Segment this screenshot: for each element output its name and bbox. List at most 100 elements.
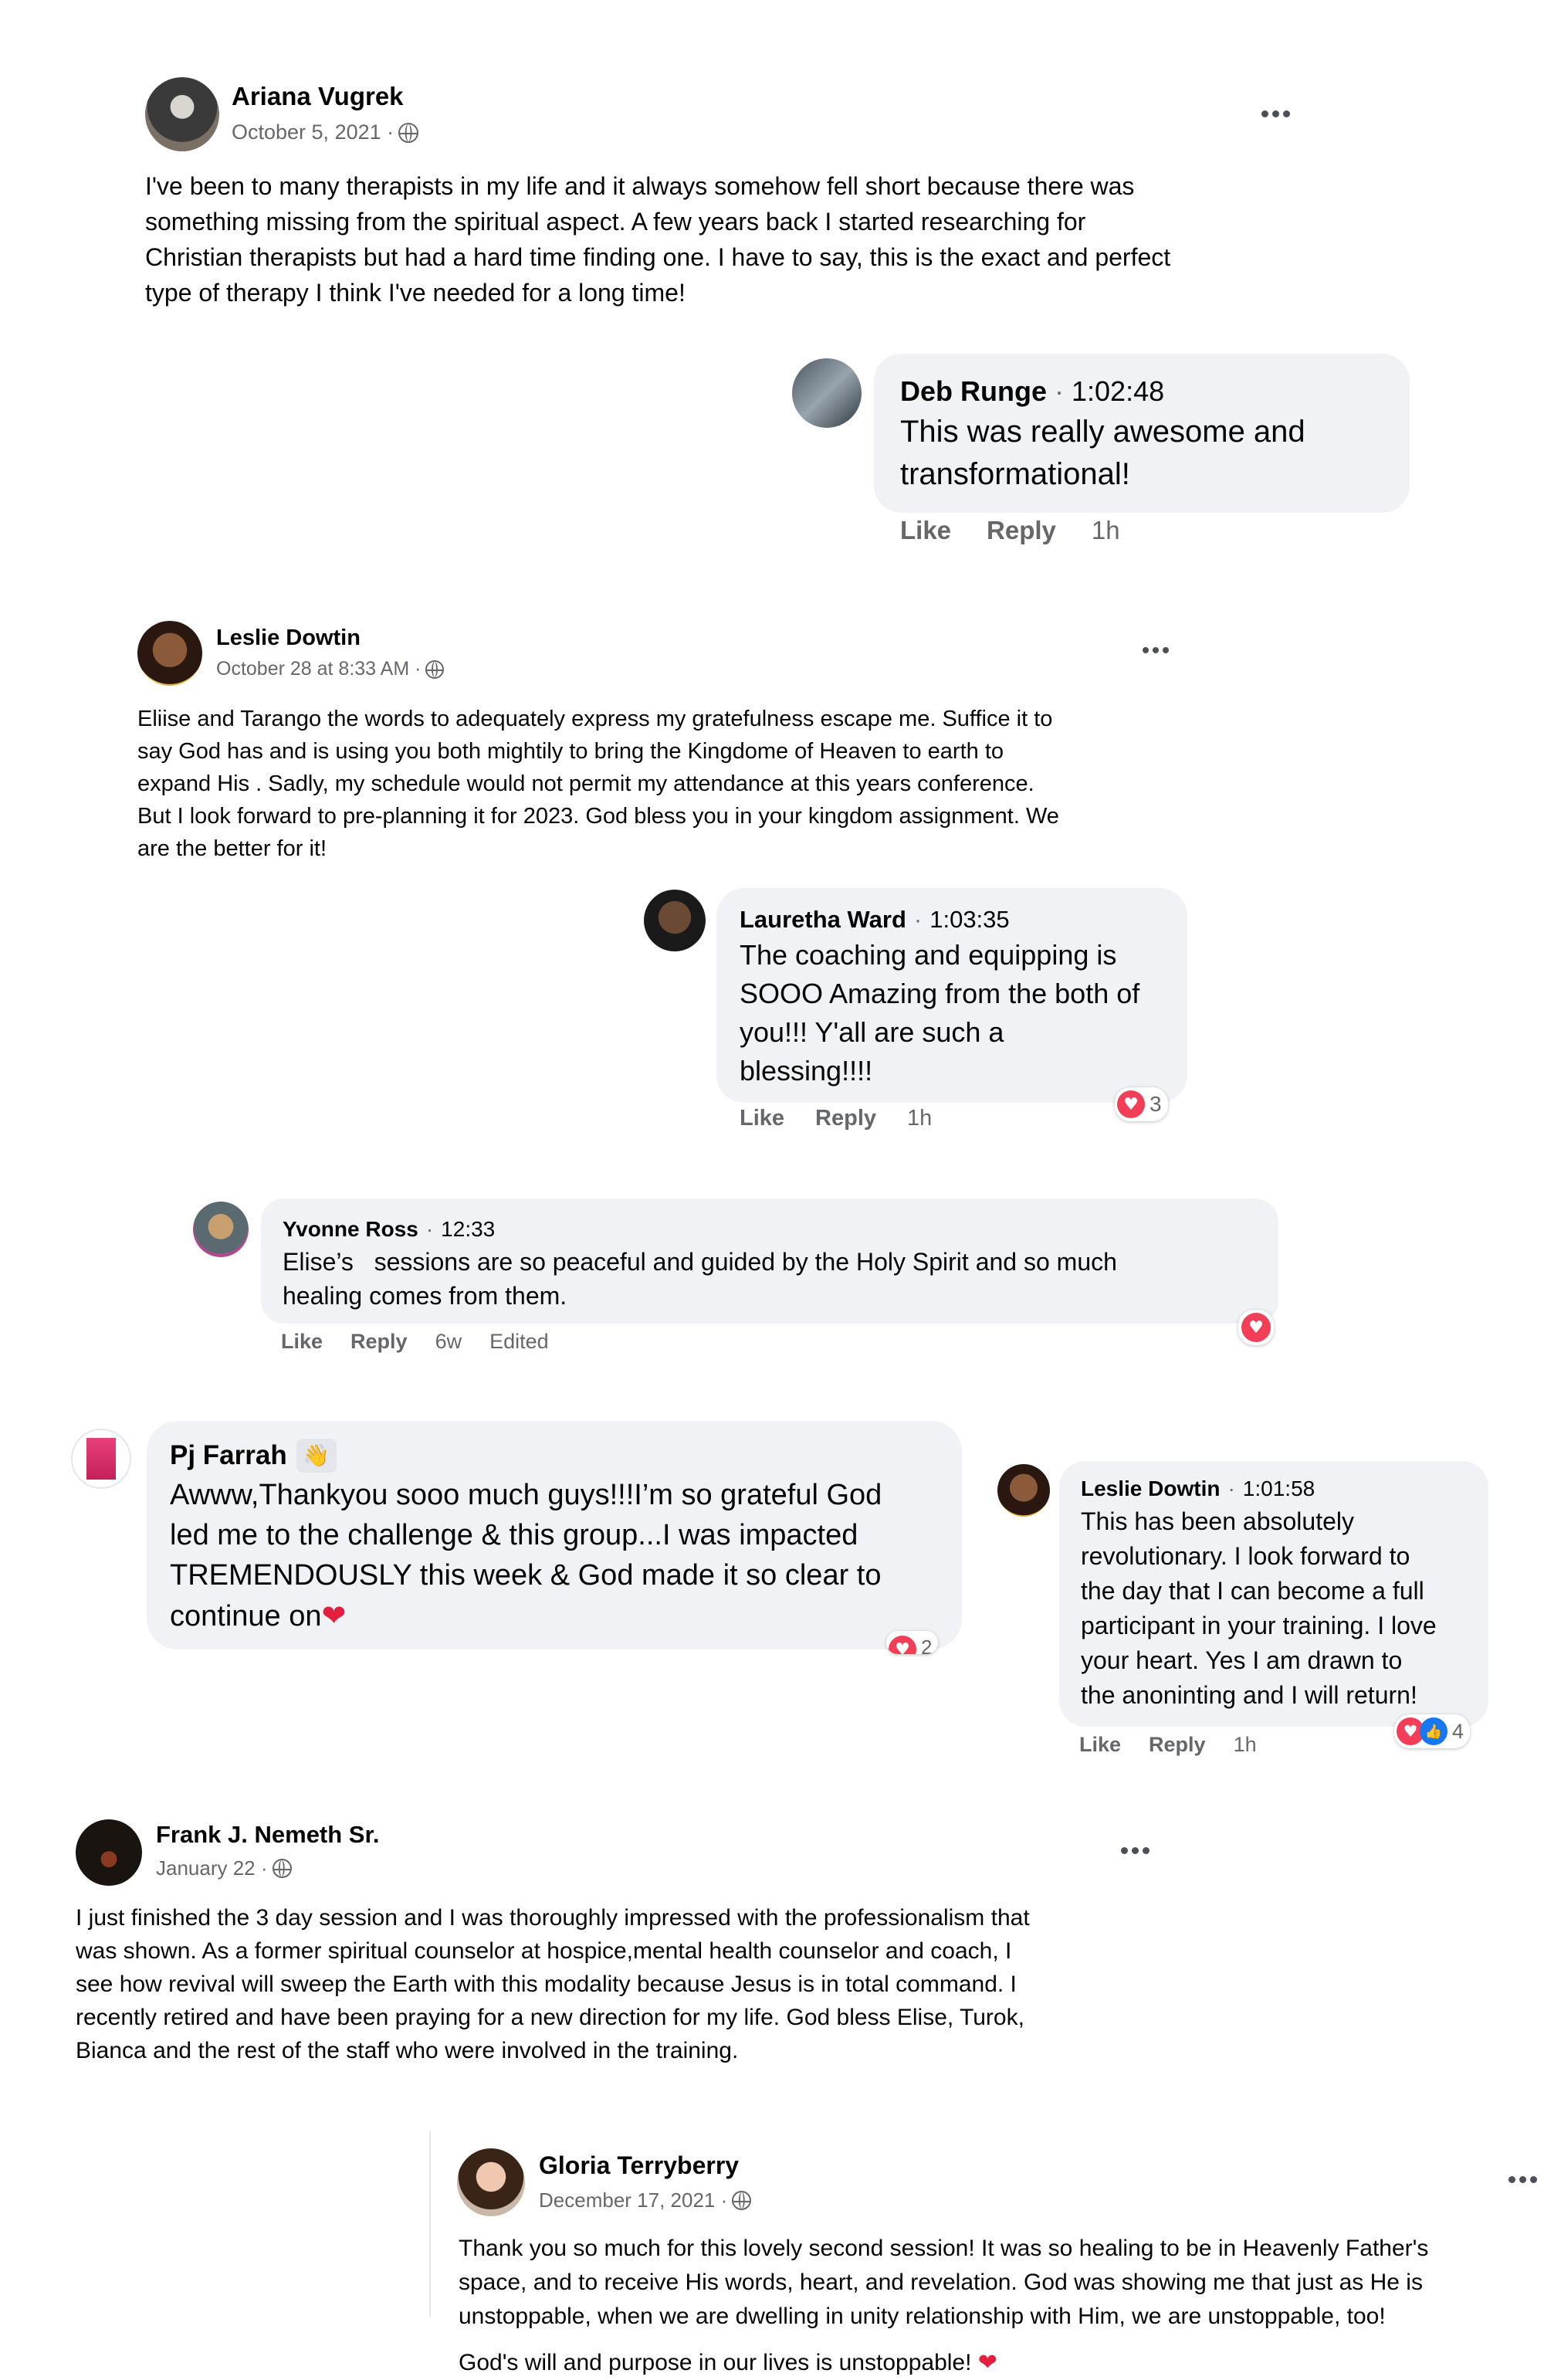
heart-reaction-icon [1241, 1313, 1271, 1342]
post-line: say God has and is using you both mighti… [137, 739, 1004, 764]
comment-time[interactable]: 12:33 [441, 1217, 495, 1241]
comment-age[interactable]: 1h [1234, 1733, 1257, 1757]
reaction-count-text: 3 [1150, 1092, 1162, 1116]
post-line: I've been to many therapists in my life … [145, 172, 1135, 200]
reply-button[interactable]: Reply [815, 1106, 876, 1131]
reaction-count[interactable]: 2 [886, 1631, 939, 1654]
comment-age[interactable]: 1h [907, 1106, 932, 1131]
post-line: expand His . Sadly, my schedule would no… [137, 771, 1034, 796]
more-options-icon[interactable] [1508, 2176, 1537, 2183]
post-author[interactable]: Ariana Vugrek [232, 82, 404, 111]
comment-actions: Like Reply 1h [1079, 1733, 1257, 1757]
comment-age[interactable]: 6w [435, 1330, 462, 1354]
post-line: something missing from the spiritual asp… [145, 208, 1086, 236]
avatar-image [86, 1438, 116, 1480]
post-date-text: October 5, 2021 [232, 120, 381, 144]
post-line: I just finished the 3 day session and I … [76, 1905, 1030, 1931]
avatar[interactable] [997, 1464, 1050, 1517]
comment-time[interactable]: 1:01:58 [1243, 1476, 1315, 1500]
more-options-icon[interactable] [1261, 110, 1290, 117]
avatar[interactable] [193, 1202, 249, 1257]
post-line: see how revival will sweep the Earth wit… [76, 1971, 1017, 1997]
comment-line: the anoninting and I will return! [1081, 1681, 1417, 1709]
post-author[interactable]: Gloria Terryberry [539, 2151, 739, 2180]
avatar[interactable] [71, 1429, 131, 1489]
comment-author[interactable]: Leslie Dowtin [1081, 1476, 1220, 1500]
comment-time[interactable]: 1:02:48 [1072, 375, 1164, 407]
post-author[interactable]: Frank J. Nemeth Sr. [156, 1821, 379, 1849]
avatar[interactable] [76, 1819, 142, 1886]
post-body: Thank you so much for this lovely second… [459, 2232, 1428, 2380]
comment-bubble: Lauretha Ward · 1:03:35 The coaching and e… [716, 888, 1187, 1103]
globe-icon [425, 659, 445, 679]
wave-icon: 👋 [296, 1439, 337, 1473]
post-date[interactable]: October 5, 2021 · [232, 120, 419, 144]
comment-author[interactable]: Pj Farrah [170, 1436, 287, 1475]
like-button[interactable]: Like [900, 516, 951, 545]
post-date[interactable]: January 22 · [156, 1856, 292, 1880]
reaction-count[interactable] [1238, 1310, 1274, 1345]
post-author[interactable]: Leslie Dowtin [216, 626, 361, 651]
edited-label: Edited [489, 1330, 549, 1353]
comment-bubble: Pj Farrah 👋 Awww,Thankyou sooo much guys… [147, 1421, 962, 1649]
globe-icon [398, 122, 419, 143]
comment-line: This has been absolutely [1081, 1507, 1354, 1535]
more-options-icon[interactable] [1121, 1847, 1150, 1854]
avatar[interactable] [792, 358, 862, 428]
comment-line: continue on [170, 1600, 322, 1632]
reaction-count-text: 4 [1452, 1719, 1464, 1743]
reply-button[interactable]: Reply [987, 516, 1056, 545]
post-line: Christian therapists but had a hard time… [145, 243, 1171, 271]
post-line: Eliise and Tarango the words to adequate… [137, 707, 1053, 731]
comment-line: blessing!!!! [740, 1055, 873, 1087]
comment-age[interactable]: 1h [1092, 516, 1120, 545]
comment-line: participant in your training. I love [1081, 1612, 1437, 1639]
comment-line: transformational! [900, 457, 1130, 491]
reaction-count[interactable]: 4 [1394, 1714, 1471, 1748]
globe-icon [732, 2191, 752, 2210]
comment-author[interactable]: Deb Runge [900, 375, 1047, 407]
heart-reaction-icon [1117, 1090, 1145, 1118]
comment-author[interactable]: Lauretha Ward [740, 906, 906, 933]
comment-time[interactable]: 1:03:35 [929, 906, 1009, 933]
avatar[interactable] [644, 890, 706, 951]
post-line: space, and to receive His words, heart, … [459, 2270, 1423, 2295]
post-line: But I look forward to pre-planning it fo… [137, 804, 1059, 829]
post-line: type of therapy I think I've needed for … [145, 279, 686, 307]
heart-reaction-icon [889, 1636, 916, 1654]
more-options-icon[interactable] [1143, 647, 1169, 653]
post-date[interactable]: December 17, 2021 · [539, 2188, 752, 2212]
comment-line: Awww,Thankyou sooo much guys!!!I’m so gr… [170, 1479, 882, 1511]
post-line: God's will and purpose in our lives is u… [459, 2350, 972, 2375]
comment-line: SOOO Amazing from the both of [740, 978, 1140, 1009]
comment-line: healing comes from them. [283, 1282, 567, 1310]
comment-line: the day that I can become a full [1081, 1577, 1424, 1605]
comment-bubble: Leslie Dowtin · 1:01:58 This has been abso… [1059, 1461, 1488, 1727]
post-body: I've been to many therapists in my life … [145, 168, 1170, 310]
comment-line: TREMENDOUSLY this week & God made it so … [170, 1559, 882, 1592]
reply-button[interactable]: Reply [1149, 1733, 1206, 1757]
comment-line: The coaching and equipping is [740, 939, 1117, 971]
comment-line: led me to the challenge & this group...I… [170, 1519, 858, 1551]
like-button[interactable]: Like [740, 1106, 784, 1131]
post-body: Eliise and Tarango the words to adequate… [137, 703, 1059, 865]
comment-author[interactable]: Yvonne Ross [283, 1217, 418, 1241]
globe-icon [272, 1859, 292, 1878]
avatar[interactable] [145, 77, 219, 151]
post-line: was shown. As a former spiritual counsel… [76, 1938, 1012, 1964]
like-button[interactable]: Like [281, 1330, 323, 1354]
post-date-text: December 17, 2021 [539, 2188, 716, 2212]
post-line: are the better for it! [137, 836, 327, 861]
reaction-count[interactable]: 3 [1115, 1087, 1168, 1121]
like-button[interactable]: Like [1079, 1733, 1121, 1757]
post-line: Bianca and the rest of the staff who wer… [76, 2038, 739, 2063]
avatar[interactable] [457, 2148, 525, 2216]
reaction-count-text: 2 [921, 1636, 933, 1654]
avatar[interactable] [137, 621, 202, 686]
post-date[interactable]: October 28 at 8:33 AM · [216, 658, 445, 680]
comment-line: revolutionary. I look forward to [1081, 1542, 1410, 1570]
heart-emoji-icon: ❤ [321, 1599, 347, 1632]
post-date-text: January 22 [156, 1856, 256, 1880]
reply-button[interactable]: Reply [350, 1330, 408, 1354]
comment-line: you!!! Y'all are such a [740, 1016, 1004, 1048]
